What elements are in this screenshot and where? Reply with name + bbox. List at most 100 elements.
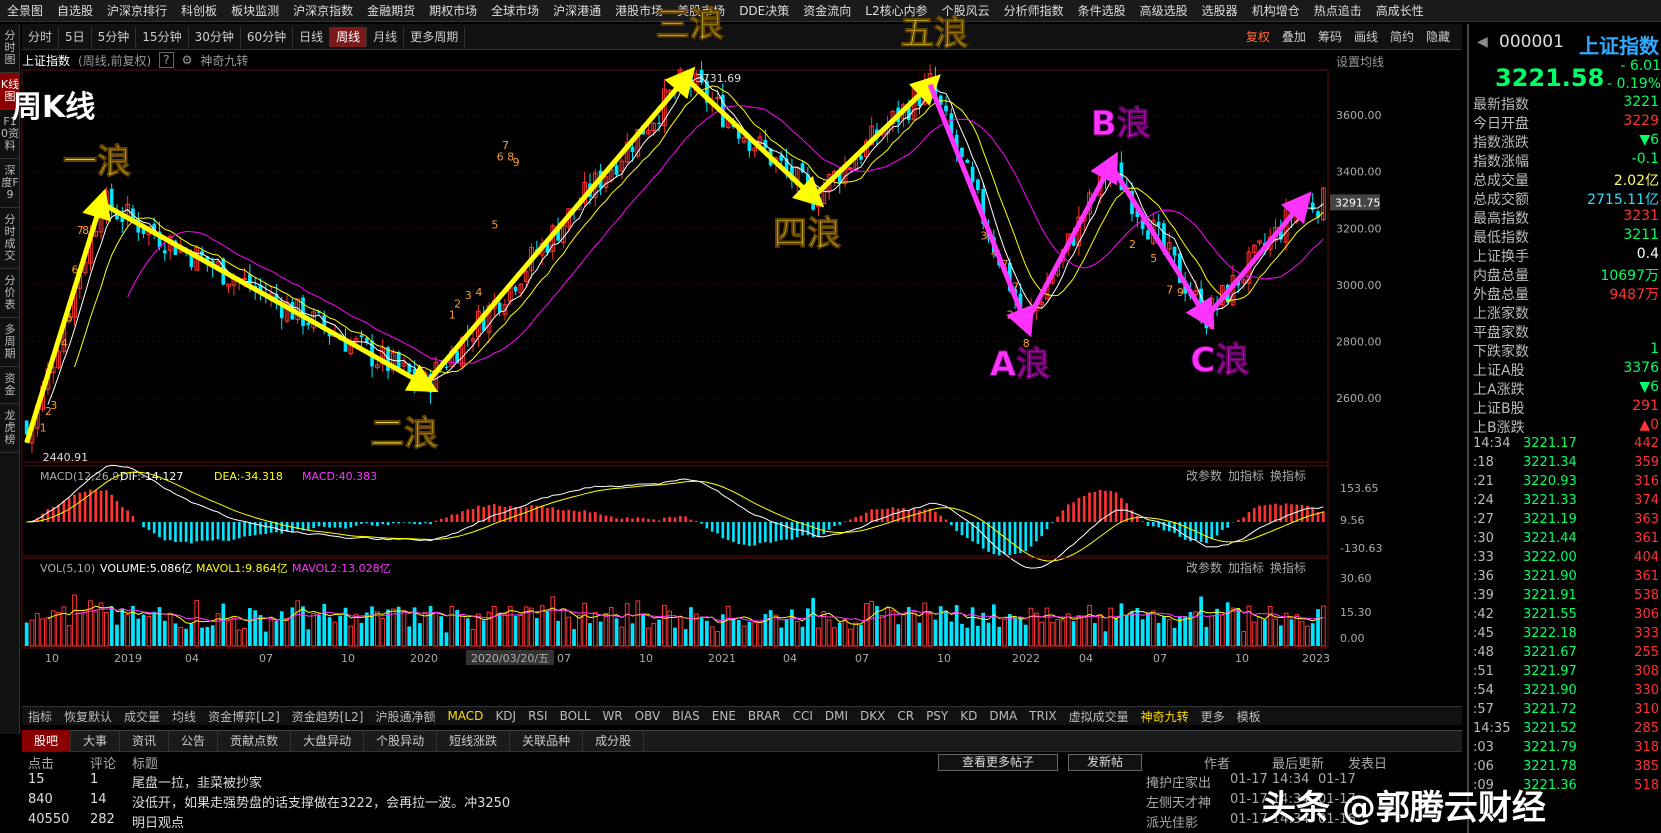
indicator-tab[interactable]: 恢复默认 — [58, 708, 118, 725]
indicator-tab[interactable]: BRAR — [742, 709, 787, 723]
post-row[interactable]: 40550 282 明日观点 派光佳影 01-17 14:34 01-16 — [22, 812, 1462, 832]
vol-bar-up — [646, 627, 651, 647]
tick-row: :30 3221.44 361 — [1473, 531, 1661, 550]
indicator-tab[interactable]: CCI — [787, 709, 819, 723]
quote-stat-key: 内盘总量 — [1473, 268, 1529, 284]
indicator-tab[interactable]: WR — [596, 709, 628, 723]
vol-bar-up — [550, 596, 556, 647]
vol-bar-up — [752, 621, 758, 647]
indicator-tab[interactable]: DMI — [819, 709, 854, 723]
vol-bar-up — [375, 611, 380, 647]
indicator-tab[interactable]: 虚拟成交量 — [1063, 708, 1135, 725]
post-title[interactable]: 明日观点 — [132, 812, 184, 831]
vol-bar-up — [268, 619, 274, 647]
vol-bar-down — [1199, 596, 1203, 646]
vol-bar-up — [88, 600, 93, 647]
td-count: 5 — [1150, 252, 1157, 265]
indicator-tab[interactable]: ENE — [706, 709, 742, 723]
tick-price: 3221.19 — [1523, 512, 1577, 527]
x-tick-label: 04 — [185, 652, 199, 665]
tick-volume: 318 — [1634, 740, 1659, 755]
indicator-tab[interactable]: 模板 — [1231, 708, 1267, 725]
bottom-tab[interactable]: 成分股 — [583, 730, 645, 752]
indicator-tab[interactable]: DMA — [983, 709, 1023, 723]
bottom-tab[interactable]: 关联品种 — [510, 730, 584, 752]
tick-time: :24 — [1473, 493, 1494, 508]
indicator-tab[interactable]: RSI — [522, 709, 554, 723]
tick-time: :57 — [1473, 702, 1494, 717]
indicator-tab[interactable]: TRIX — [1023, 709, 1062, 723]
x-tick-label: 10 — [341, 652, 355, 665]
vol-bar-up — [226, 620, 231, 647]
vol-bar-down — [689, 607, 693, 646]
vol-bar-up — [1049, 622, 1055, 647]
bottom-tab[interactable]: 公告 — [169, 730, 219, 752]
bottom-tab[interactable]: 股吧 — [22, 730, 72, 752]
vol-bar-down — [1204, 626, 1209, 646]
indicator-tab[interactable]: KD — [954, 709, 983, 723]
tick-volume: 442 — [1634, 436, 1659, 451]
quote-stat-key: 上A涨跌 — [1473, 382, 1525, 398]
vol-y-tick: 15.30 — [1340, 606, 1372, 619]
indicator-tab[interactable]: 均线 — [166, 708, 202, 725]
indicator-tab[interactable]: BIAS — [666, 709, 706, 723]
indicator-tab[interactable]: 资金博弈[L2] — [202, 708, 286, 725]
collapse-icon[interactable]: ◀ — [1477, 34, 1488, 50]
tick-volume: 306 — [1634, 607, 1659, 622]
indicator-tab[interactable]: DKX — [854, 709, 891, 723]
indicator-tab[interactable]: 指标 — [22, 708, 58, 725]
x-tick-label: 10 — [45, 652, 59, 665]
indicator-tab[interactable]: 更多 — [1195, 708, 1231, 725]
wave-label: 三浪 — [656, 5, 724, 45]
x-tick-label: 07 — [1153, 652, 1167, 665]
vol-bar-down — [1140, 619, 1145, 646]
vol-bar-up — [842, 618, 848, 647]
vol-bar-down — [630, 623, 635, 646]
quote-stat-value: ▲0 — [1639, 417, 1659, 433]
vol-mavol1: MAVOL1:9.864亿 — [196, 562, 288, 575]
bottom-tab[interactable]: 资讯 — [120, 730, 170, 752]
post-row[interactable]: 15 1 尾盘一拉，韭菜被抄家 掩护庄家出 01-17 14:34 01-17 — [22, 772, 1462, 792]
bottom-tab[interactable]: 大盘异动 — [291, 730, 365, 752]
quote-stat-row: 内盘总量 10697万 — [1473, 265, 1661, 284]
indicator-tab[interactable]: MACD — [441, 709, 489, 723]
bottom-tab[interactable]: 贡献点数 — [218, 730, 292, 752]
vol-bar-down — [705, 620, 709, 646]
vol-bar-down — [444, 632, 449, 646]
indicator-tab[interactable]: OBV — [629, 709, 667, 723]
vol-bar-down — [731, 618, 736, 646]
indicator-tab[interactable]: 神奇九转 — [1135, 708, 1195, 725]
post-title[interactable]: 尾盘一拉，韭菜被抄家 — [132, 772, 262, 791]
y-tick-label: 3200.00 — [1336, 222, 1382, 235]
post-title[interactable]: 没低开，如果走强势盘的话支撑做在3222，会再拉一波。冲3250 — [132, 792, 510, 811]
indicator-tab[interactable]: BOLL — [554, 709, 597, 723]
indicator-tab[interactable]: PSY — [920, 709, 954, 723]
vol-bar-up — [460, 615, 465, 647]
quote-stat-key: 总成交额 — [1473, 192, 1529, 208]
vol-bar-up — [1097, 614, 1103, 647]
more-posts-button[interactable]: 查看更多帖子 — [938, 754, 1058, 771]
vol-bar-down — [263, 631, 268, 646]
bottom-tab[interactable]: 大事 — [71, 730, 121, 752]
x-tick-label: 2019 — [114, 652, 142, 665]
vol-bar-down — [1225, 602, 1230, 646]
candle-body-down — [359, 335, 364, 337]
bottom-tab[interactable]: 个股异动 — [364, 730, 438, 752]
indicator-tab[interactable]: 成交量 — [118, 708, 166, 725]
indicator-tab[interactable]: 沪股通净额 — [369, 708, 441, 725]
candle-body-down — [859, 155, 863, 160]
vol-bar-up — [507, 606, 513, 647]
indicator-tab[interactable]: KDJ — [489, 709, 522, 723]
new-post-button[interactable]: 发新帖 — [1068, 754, 1142, 771]
bottom-tab[interactable]: 短线涨跌 — [437, 730, 511, 752]
tick-volume: 255 — [1634, 645, 1659, 660]
post-row[interactable]: 840 14 没低开，如果走强势盘的话支撑做在3222，会再拉一波。冲3250 左侧天… — [22, 792, 1462, 812]
post-header-cell: 标题 — [132, 756, 159, 772]
vol-bar-up — [901, 614, 906, 647]
quote-stat-value: 0.4 — [1636, 246, 1659, 262]
kline-chart[interactable]: 2600.00 2800.00 3000.00 3200.00 3400.00 3600.… — [0, 0, 1467, 706]
indicator-tab[interactable]: CR — [891, 709, 920, 723]
vol-bar-down — [859, 624, 863, 646]
indicator-tab[interactable]: 资金趋势[L2] — [286, 708, 370, 725]
post-clicks: 840 — [28, 792, 53, 807]
